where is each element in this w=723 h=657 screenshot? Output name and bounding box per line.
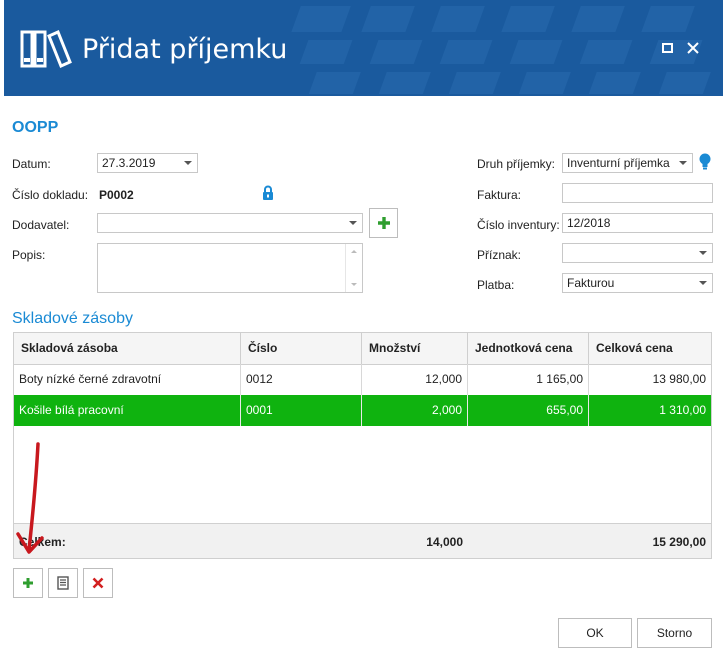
- add-dodavatel-button[interactable]: [369, 208, 398, 238]
- plus-icon: [23, 578, 33, 588]
- cell-celkova-cena: 1 310,00: [659, 403, 706, 417]
- table-row-selected[interactable]: Košile bílá pracovní 0001 2,000 655,00 1…: [14, 395, 711, 426]
- table-row[interactable]: Boty nízké černé zdravotní 0012 12,000 1…: [14, 364, 711, 396]
- ok-button[interactable]: OK: [558, 618, 632, 648]
- title-bar: Přidat příjemku: [4, 0, 723, 96]
- cell-name: Košile bílá pracovní: [14, 395, 241, 426]
- close-icon[interactable]: [685, 40, 701, 56]
- footer-mnozstvi-total: 14,000: [426, 535, 463, 549]
- column-header-jednotkova-cena[interactable]: Jednotková cena: [468, 333, 589, 364]
- priznak-select[interactable]: [562, 243, 713, 263]
- cislo-dokladu-value: P0002: [99, 188, 134, 202]
- cislo-inventury-input[interactable]: 12/2018: [562, 213, 713, 233]
- lock-icon[interactable]: [262, 185, 274, 200]
- cislo-dokladu-label: Číslo dokladu:: [12, 188, 89, 202]
- maximize-icon[interactable]: [660, 40, 676, 56]
- chevron-down-icon[interactable]: [699, 251, 707, 255]
- cell-cislo: 0001: [241, 395, 362, 426]
- druh-prijemky-label: Druh příjemky:: [477, 157, 556, 171]
- grid-footer: Celkem: 14,000 15 290,00: [14, 523, 711, 558]
- chevron-down-icon[interactable]: [184, 161, 192, 165]
- platba-select[interactable]: Fakturou: [562, 273, 713, 293]
- faktura-input[interactable]: [562, 183, 713, 203]
- cislo-inventury-value: 12/2018: [567, 216, 611, 230]
- popis-label: Popis:: [12, 248, 46, 262]
- plus-icon: [378, 217, 390, 229]
- delete-icon: [92, 577, 104, 589]
- dodavatel-label: Dodavatel:: [12, 218, 70, 232]
- cell-mnozstvi: 12,000: [362, 364, 468, 395]
- datum-label: Datum:: [12, 157, 51, 171]
- cislo-inventury-label: Číslo inventury:: [477, 218, 560, 232]
- cell-cislo: 0012: [241, 364, 362, 395]
- datum-value: 27.3.2019: [102, 156, 156, 170]
- chevron-down-icon[interactable]: [349, 221, 357, 225]
- cell-jednotkova-cena: 655,00: [468, 395, 589, 426]
- document-icon: [57, 576, 69, 590]
- binders-icon: [20, 30, 72, 69]
- delete-row-button[interactable]: [83, 568, 113, 598]
- faktura-label: Faktura:: [477, 188, 522, 202]
- add-row-button[interactable]: [13, 568, 43, 598]
- edit-row-button[interactable]: [48, 568, 78, 598]
- popis-textarea[interactable]: [97, 243, 363, 293]
- platba-label: Platba:: [477, 278, 515, 292]
- datum-date-picker[interactable]: 27.3.2019: [97, 153, 198, 173]
- chevron-down-icon[interactable]: [679, 161, 687, 165]
- druh-prijemky-select[interactable]: Inventurní příjemka: [562, 153, 693, 173]
- stock-grid: Skladová zásoba Číslo Množství Jednotkov…: [13, 332, 712, 559]
- cell-celkova-cena: 13 980,00: [652, 372, 706, 386]
- column-header-skladova-zasoba[interactable]: Skladová zásoba: [14, 333, 241, 364]
- column-header-cislo[interactable]: Číslo: [241, 333, 362, 364]
- window-title: Přidat příjemku: [82, 34, 288, 65]
- druh-prijemky-value: Inventurní příjemka: [567, 156, 670, 170]
- lightbulb-icon[interactable]: [699, 153, 711, 170]
- section-title-stock: Skladové zásoby: [12, 310, 133, 327]
- titlebar-pattern: [291, 6, 711, 94]
- cancel-button[interactable]: Storno: [637, 618, 712, 648]
- grid-header: Skladová zásoba Číslo Množství Jednotkov…: [14, 333, 711, 365]
- section-title-oopp: OOPP: [12, 119, 59, 136]
- cell-name: Boty nízké černé zdravotní: [14, 364, 241, 395]
- annotation-arrow-icon: [16, 442, 44, 554]
- column-header-mnozstvi[interactable]: Množství: [362, 333, 468, 364]
- cell-jednotkova-cena: 1 165,00: [468, 364, 589, 395]
- column-header-celkova-cena[interactable]: Celková cena: [589, 333, 711, 364]
- platba-value: Fakturou: [567, 276, 615, 290]
- chevron-down-icon[interactable]: [699, 281, 707, 285]
- cell-mnozstvi: 2,000: [362, 395, 468, 426]
- dodavatel-select[interactable]: [97, 213, 363, 233]
- priznak-label: Příznak:: [477, 248, 522, 262]
- footer-celkova-total: 15 290,00: [652, 535, 706, 549]
- popis-scrollbar[interactable]: [345, 244, 362, 292]
